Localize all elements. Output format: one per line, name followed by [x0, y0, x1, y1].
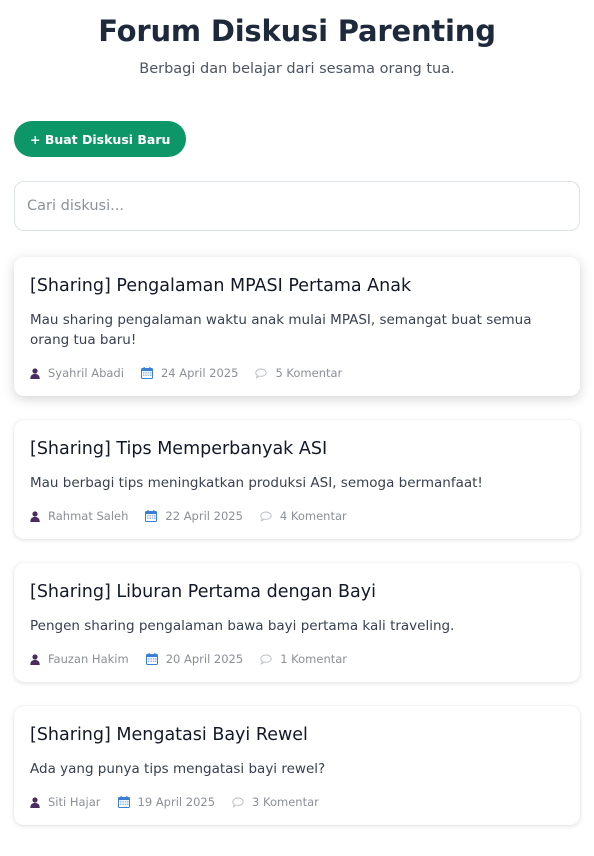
date-meta: 24 April 2025 [140, 366, 239, 380]
user-icon [30, 653, 40, 665]
calendar-icon [145, 653, 158, 665]
user-icon [30, 796, 40, 808]
search-input[interactable] [14, 181, 580, 231]
date-meta: 20 April 2025 [145, 652, 244, 666]
comments-meta[interactable]: 5 Komentar [255, 366, 342, 380]
calendar-icon [145, 510, 158, 522]
post-date: 24 April 2025 [160, 366, 239, 380]
comments-meta[interactable]: 4 Komentar [260, 509, 347, 523]
post-date: 19 April 2025 [137, 795, 216, 809]
author-meta: Syahril Abadi [30, 366, 124, 380]
discussion-meta: Syahril Abadi 24 April 2025 5 Komentar [30, 364, 564, 382]
discussion-meta: Fauzan Hakim 20 April 2025 1 Komentar [30, 650, 564, 668]
discussion-excerpt: Ada yang punya tips mengatasi bayi rewel… [30, 761, 326, 777]
discussion-title[interactable]: [Sharing] Mengatasi Bayi Rewel [30, 724, 564, 746]
author-meta: Fauzan Hakim [30, 652, 129, 666]
discussion-card[interactable]: [Sharing] Pengalaman MPASI Pertama Anak … [14, 257, 580, 396]
post-date: 22 April 2025 [165, 509, 243, 523]
comment-bubble-icon [260, 654, 272, 665]
discussion-card[interactable]: [Sharing] Tips Memperbanyak ASI Mau berb… [14, 420, 580, 539]
date-meta: 19 April 2025 [117, 795, 216, 809]
discussion-excerpt: Mau berbagi tips meningkatkan produksi A… [30, 475, 483, 491]
post-date: 20 April 2025 [165, 652, 244, 666]
discussion-title[interactable]: [Sharing] Pengalaman MPASI Pertama Anak [30, 275, 564, 297]
date-meta: 22 April 2025 [145, 509, 243, 523]
discussion-title[interactable]: [Sharing] Tips Memperbanyak ASI [30, 438, 564, 460]
comment-count[interactable]: 5 Komentar [275, 366, 342, 380]
author-name: Syahril Abadi [48, 366, 124, 380]
discussion-card[interactable]: [Sharing] Mengatasi Bayi Rewel Ada yang … [14, 706, 580, 825]
discussion-excerpt: Mau sharing pengalaman waktu anak mulai … [30, 312, 532, 348]
comment-count[interactable]: 3 Komentar [252, 795, 319, 809]
page-title: Forum Diskusi Parenting [98, 14, 496, 48]
author-name: Rahmat Saleh [48, 509, 129, 523]
author-meta: Rahmat Saleh [30, 509, 128, 523]
new-discussion-button[interactable]: + Buat Diskusi Baru [14, 121, 187, 157]
comment-bubble-icon [260, 511, 272, 522]
discussion-card[interactable]: [Sharing] Liburan Pertama dengan Bayi Pe… [14, 563, 580, 682]
user-icon [30, 367, 40, 379]
page-subtitle: Berbagi dan belajar dari sesama orang tu… [139, 61, 455, 77]
author-name: Siti Hajar [48, 795, 101, 809]
discussion-meta: Rahmat Saleh 22 April 2025 4 Komentar [30, 507, 564, 525]
discussion-list: [Sharing] Pengalaman MPASI Pertama Anak … [14, 257, 580, 825]
calendar-icon [140, 367, 153, 379]
calendar-icon [117, 796, 130, 808]
comment-bubble-icon [255, 368, 268, 379]
comment-count[interactable]: 4 Komentar [280, 509, 347, 523]
author-meta: Siti Hajar [30, 795, 101, 809]
user-icon [30, 510, 40, 522]
comments-meta[interactable]: 1 Komentar [260, 652, 347, 666]
comment-count[interactable]: 1 Komentar [280, 652, 347, 666]
forum-page: Forum Diskusi Parenting Berbagi dan bela… [0, 0, 594, 856]
comment-bubble-icon [232, 797, 244, 808]
discussion-meta: Siti Hajar 19 April 2025 3 Komentar [30, 793, 564, 811]
author-name: Fauzan Hakim [48, 652, 129, 666]
discussion-excerpt: Pengen sharing pengalaman bawa bayi pert… [30, 618, 455, 634]
comments-meta[interactable]: 3 Komentar [232, 795, 319, 809]
discussion-title[interactable]: [Sharing] Liburan Pertama dengan Bayi [30, 581, 564, 603]
